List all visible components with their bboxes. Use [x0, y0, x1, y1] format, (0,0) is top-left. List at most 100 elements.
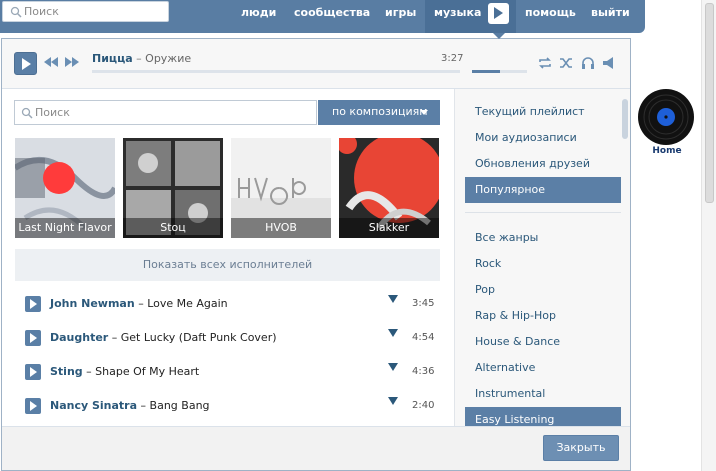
sidebar-item-popular[interactable]: Популярное [465, 177, 621, 203]
track-name: John Newman – Love Me Again [50, 297, 228, 310]
shuffle-icon[interactable] [559, 56, 573, 70]
sidebar-item-genre[interactable]: Alternative [465, 355, 621, 381]
track-list: John Newman – Love Me Again 3:45 Daughte… [15, 289, 440, 425]
volume-fill [472, 70, 500, 73]
repeat-icon[interactable] [538, 56, 552, 70]
sidebar-item-genre[interactable]: House & Dance [465, 329, 621, 355]
track-artist[interactable]: Sting [50, 365, 83, 378]
audio-player: Пицца – Оружие 3:27 [2, 39, 630, 89]
artist-tile[interactable]: Last Night Flavor [15, 138, 115, 238]
track-artist[interactable]: Nancy Sinatra [50, 399, 137, 412]
search-icon [10, 6, 22, 18]
track-separator: – [86, 365, 92, 378]
track-play-button[interactable] [25, 364, 41, 380]
track-duration: 4:54 [412, 332, 435, 343]
show-all-artists-button[interactable]: Показать всех исполнителей [15, 249, 440, 281]
nav-logout[interactable]: выйти [591, 6, 630, 19]
playback-progress-bar[interactable] [92, 70, 460, 73]
track-duration: 4:36 [412, 366, 435, 377]
track-separator: – [140, 399, 147, 412]
sidebar-divider [465, 212, 621, 213]
player-play-button[interactable] [14, 52, 37, 75]
audio-search-field[interactable] [14, 100, 317, 125]
track-row[interactable]: John Newman – Love Me Again 3:45 [15, 289, 440, 323]
sidebar-item-friends-updates[interactable]: Обновления друзей [465, 151, 621, 177]
search-mode-label: по композициям [332, 105, 428, 118]
now-playing-artist[interactable]: Пицца [92, 52, 133, 65]
play-icon [30, 333, 37, 343]
sidebar-item-genre[interactable]: Rock [465, 251, 621, 277]
track-row[interactable]: Nancy Sinatra – Bang Bang 2:40 [15, 391, 440, 425]
now-playing-separator: – [136, 52, 142, 65]
top-search-field[interactable]: Поиск [2, 1, 169, 22]
sidebar-item-genre[interactable]: Pop [465, 277, 621, 303]
artist-tile[interactable]: Stoц [123, 138, 223, 238]
track-play-button[interactable] [25, 398, 41, 414]
sidebar-item-my-audio[interactable]: Мои аудиозаписи [465, 125, 621, 151]
artist-tile-label: Stoц [123, 218, 223, 238]
audio-sidebar: Текущий плейлист Мои аудиозаписи Обновле… [454, 89, 630, 426]
dropdown-pointer [493, 33, 505, 39]
nav-communities[interactable]: сообщества [294, 6, 370, 19]
next-track-icon[interactable] [65, 57, 79, 67]
page-scrollbar[interactable] [701, 0, 716, 471]
nav-music[interactable]: музыка [434, 6, 481, 19]
track-title: Shape Of My Heart [95, 365, 200, 378]
chevron-down-icon [420, 110, 428, 115]
page-scrollbar-thumb[interactable] [705, 3, 714, 203]
track-duration: 2:40 [412, 400, 435, 411]
nav-play-button[interactable] [488, 3, 509, 24]
track-title: Get Lucky (Daft Punk Cover) [120, 331, 277, 344]
add-track-icon[interactable] [388, 363, 398, 371]
artist-tile-label: Last Night Flavor [15, 218, 115, 238]
artist-tile-label: HVOB [231, 218, 331, 238]
audio-dialog: Пицца – Оружие 3:27 по композициям [1, 38, 631, 471]
search-icon [21, 107, 33, 119]
artist-tile-label: Slakker [339, 218, 439, 238]
nav-games[interactable]: игры [385, 6, 416, 19]
sidebar-scrollbar[interactable] [622, 99, 628, 139]
vinyl-record-icon[interactable] [637, 88, 695, 146]
search-mode-dropdown[interactable]: по композициям [318, 100, 440, 125]
sidebar-item-genre[interactable]: Instrumental [465, 381, 621, 407]
sidebar-item-genre[interactable]: Rap & Hip-Hop [465, 303, 621, 329]
play-icon [30, 367, 37, 377]
play-icon [30, 299, 37, 309]
track-row[interactable]: Daughter – Get Lucky (Daft Punk Cover) 4… [15, 323, 440, 357]
top-navigation-bar: Поиск люди сообщества игры музыка помощь… [0, 0, 645, 33]
now-playing-title: Пицца – Оружие [92, 52, 191, 65]
audio-search-input[interactable] [35, 104, 305, 121]
volume-slider[interactable] [472, 70, 527, 73]
audio-main-panel: по композициям Last Night Flavor [2, 89, 454, 426]
add-track-icon[interactable] [388, 329, 398, 337]
sidebar-item-current-playlist[interactable]: Текущий плейлист [465, 99, 621, 125]
top-search-placeholder: Поиск [24, 5, 59, 18]
track-duration: 3:45 [412, 298, 435, 309]
track-artist[interactable]: Daughter [50, 331, 108, 344]
track-name: Nancy Sinatra – Bang Bang [50, 399, 210, 412]
sidebar-item-genre[interactable]: Все жанры [465, 225, 621, 251]
track-title: Love Me Again [147, 297, 228, 310]
track-separator: – [138, 297, 144, 310]
track-play-button[interactable] [25, 296, 41, 312]
broadcast-icon[interactable] [602, 56, 616, 70]
home-label[interactable]: Home [645, 146, 689, 156]
headphones-icon[interactable] [581, 56, 595, 70]
sidebar-item-genre[interactable]: Easy Listening [465, 407, 621, 426]
add-track-icon[interactable] [388, 397, 398, 405]
nav-people[interactable]: люди [241, 6, 276, 19]
artist-tiles: Last Night Flavor Stoц HVOB Slakker [15, 138, 445, 238]
artist-tile[interactable]: Slakker [339, 138, 439, 238]
nav-help[interactable]: помощь [525, 6, 576, 19]
artist-tile[interactable]: HVOB [231, 138, 331, 238]
previous-track-icon[interactable] [44, 57, 58, 67]
play-icon [494, 7, 503, 19]
add-track-icon[interactable] [388, 295, 398, 303]
close-button[interactable]: Закрыть [543, 435, 619, 461]
track-artist[interactable]: John Newman [50, 297, 135, 310]
now-playing-song: Оружие [145, 52, 192, 65]
track-play-button[interactable] [25, 330, 41, 346]
track-separator: – [111, 331, 118, 344]
track-row[interactable]: Sting – Shape Of My Heart 4:36 [15, 357, 440, 391]
dialog-footer: Закрыть [2, 426, 630, 470]
